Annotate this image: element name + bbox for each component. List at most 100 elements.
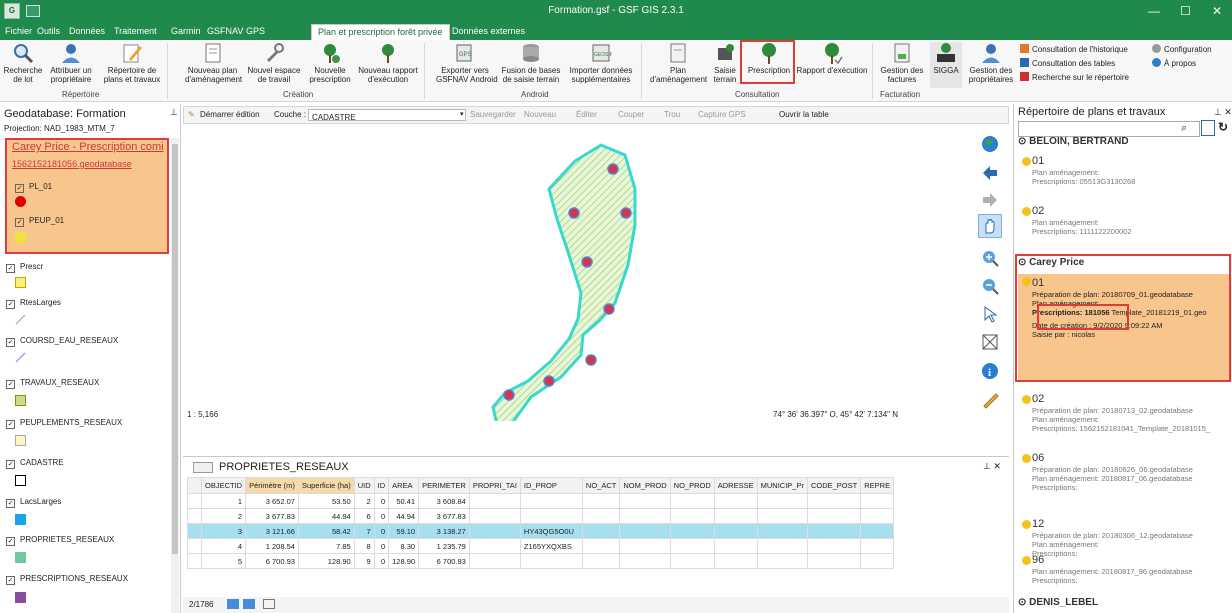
close-button[interactable]: ✕ — [1212, 4, 1222, 18]
table-menu-button[interactable] — [193, 462, 213, 473]
menu-fichier[interactable]: Fichier — [5, 26, 32, 36]
checkbox[interactable]: ✓ — [15, 184, 24, 193]
table-cell[interactable]: 4 — [200, 538, 247, 554]
table-cell[interactable] — [468, 553, 521, 569]
gestion-factures-button[interactable]: Gestion des factures — [878, 42, 926, 84]
row-selector[interactable] — [187, 508, 202, 524]
table-cell[interactable]: 9 — [353, 553, 375, 569]
table-row[interactable]: 13 652.07 53.50 2 0 50.41 3 608.84 — [187, 493, 895, 509]
nouveau-rapport-button[interactable]: Nouveau rapport d'exécution — [357, 42, 419, 84]
project-title[interactable]: Carey Price - Prescription comi — [12, 141, 166, 153]
pin-icon[interactable]: ⊥ ✕ — [1214, 107, 1232, 118]
group-denis-lebel[interactable]: ⊙ DENIS_LEBEL — [1018, 597, 1098, 608]
table-cell[interactable]: 7.85 — [297, 538, 355, 554]
list-item[interactable]: 02 Préparation de plan: 20180713_02.geod… — [1018, 392, 1231, 442]
layer-pl-01[interactable]: ✓ PL_01 — [15, 182, 52, 193]
map-canvas[interactable] — [183, 125, 1009, 436]
saisie-terrain-button[interactable]: Saisie terrain — [708, 42, 742, 84]
prescription-point[interactable] — [568, 207, 580, 219]
table-cell[interactable] — [713, 538, 758, 554]
row-selector[interactable] — [187, 538, 202, 554]
grid-view-icon[interactable] — [227, 599, 239, 609]
selected-project-group[interactable] — [5, 138, 169, 254]
table-cell[interactable] — [468, 538, 521, 554]
start-edit-button[interactable]: Démarrer édition — [200, 110, 260, 119]
new-button[interactable]: Nouveau — [524, 110, 556, 119]
hole-button[interactable]: Trou — [664, 110, 680, 119]
table-cell[interactable]: 50.41 — [388, 493, 420, 509]
consultation-historique-link[interactable]: Consultation de l'historique — [1020, 44, 1128, 54]
table-cell[interactable]: 53.50 — [297, 493, 355, 509]
table-cell[interactable]: 3 121.66 — [245, 523, 299, 539]
table-cell[interactable] — [806, 523, 862, 539]
table-cell[interactable]: 6 700.93 — [418, 553, 470, 569]
save-button[interactable]: Sauvegarder — [470, 110, 516, 119]
zoom-out-icon[interactable] — [981, 277, 999, 295]
consultation-tables-link[interactable]: Consultation des tables — [1020, 58, 1115, 68]
table-cell[interactable] — [756, 508, 808, 524]
open-table-button[interactable]: Ouvrir la table — [779, 110, 829, 119]
table-cell[interactable] — [619, 553, 671, 569]
list-item[interactable]: 06 Préparation de plan: 20180626_06.geod… — [1018, 451, 1231, 501]
recherche-repertoire-link[interactable]: Recherche sur le répertoire — [1020, 72, 1129, 82]
full-extent-icon[interactable] — [981, 333, 999, 351]
table-cell[interactable]: 44.94 — [297, 508, 355, 524]
layer-cadastre[interactable]: ✓ CADASTRE — [6, 458, 64, 469]
group-beloin[interactable]: ⊙ BELOIN, BERTRAND — [1018, 136, 1129, 147]
table-row[interactable]: 56 700.93 128.90 9 0 128.90 6 700.93 — [187, 553, 895, 569]
table-cell[interactable]: 0 — [373, 523, 390, 539]
table-cell[interactable] — [468, 508, 521, 524]
table-cell[interactable]: 6 700.93 — [245, 553, 299, 569]
menu-plan-prescription[interactable]: Plan et prescription forêt privée — [311, 24, 450, 40]
prescription-point[interactable] — [585, 354, 597, 366]
search-icon[interactable]: ⌕ — [1181, 122, 1187, 135]
pin-icon[interactable]: ⊥ ✕ — [983, 461, 1001, 472]
layer-peup-01[interactable]: ✓ PEUP_01 — [15, 216, 64, 227]
table-cell[interactable] — [860, 493, 895, 509]
table-cell[interactable] — [756, 523, 808, 539]
table-cell[interactable]: 3 677.83 — [245, 508, 299, 524]
table-cell[interactable] — [468, 493, 521, 509]
property-polygon[interactable] — [491, 143, 637, 436]
column-header[interactable]: NO_ACT — [581, 477, 621, 494]
fusion-bases-button[interactable]: Fusion de bases de saisie terrain — [500, 42, 562, 84]
table-cell[interactable]: Z165YXQXBS — [519, 538, 583, 554]
table-cell[interactable] — [669, 553, 715, 569]
table-row[interactable]: 41 208.54 7.85 8 0 8.30 1 235.79 Z165YXQXBS — [187, 538, 895, 554]
table-cell[interactable]: 2 — [200, 508, 247, 524]
table-cell[interactable]: 2 — [353, 493, 375, 509]
back-arrow-icon[interactable] — [981, 164, 999, 182]
exporter-gsfnav-button[interactable]: GPS Exporter vers GSFNAV Android — [436, 42, 498, 84]
attribute-table[interactable]: OBJECTID Périmètre (m) Superficie (ha) U… — [187, 477, 895, 569]
pointer-icon[interactable] — [981, 305, 999, 323]
prescription-point[interactable] — [620, 207, 632, 219]
refresh-icon[interactable]: ↻ — [1218, 120, 1228, 134]
prescription-point[interactable] — [581, 256, 593, 268]
prescription-point[interactable] — [543, 375, 555, 387]
prescription-point[interactable] — [603, 303, 615, 315]
menu-donnees-externes[interactable]: Données externes — [452, 26, 525, 36]
list-item[interactable]: 96 Plan aménagement: 20180817_96.geodata… — [1018, 553, 1231, 593]
table-cell[interactable]: 7 — [353, 523, 375, 539]
table-cell[interactable]: 0 — [373, 538, 390, 554]
table-cell[interactable] — [860, 508, 895, 524]
menu-garmin[interactable]: Garmin — [171, 26, 201, 36]
column-header[interactable]: Périmètre (m) — [245, 477, 299, 494]
table-cell[interactable]: 3 652.07 — [245, 493, 299, 509]
table-cell[interactable] — [519, 553, 583, 569]
repertoire-plans-button[interactable]: Répertoire de plans et travaux — [100, 42, 164, 84]
table-cell[interactable] — [468, 523, 521, 539]
attribuer-proprietaire-button[interactable]: Attribuer un propriétaire — [46, 42, 96, 84]
table-cell[interactable] — [581, 523, 621, 539]
table-cell[interactable]: 3 — [200, 523, 247, 539]
table-cell[interactable]: 128.90 — [297, 553, 355, 569]
column-header[interactable]: NO_PROD — [669, 477, 715, 494]
table-cell[interactable]: 1 208.54 — [245, 538, 299, 554]
table-cell[interactable]: 128.90 — [388, 553, 420, 569]
table-cell[interactable]: 58.42 — [297, 523, 355, 539]
column-header[interactable]: ID_PROP — [519, 477, 583, 494]
measure-icon[interactable] — [981, 391, 999, 409]
menu-outils[interactable]: Outils — [37, 26, 60, 36]
nouveau-plan-button[interactable]: Nouveau plan d'aménagement — [185, 42, 242, 84]
a-propos-link[interactable]: À propos — [1152, 58, 1196, 68]
